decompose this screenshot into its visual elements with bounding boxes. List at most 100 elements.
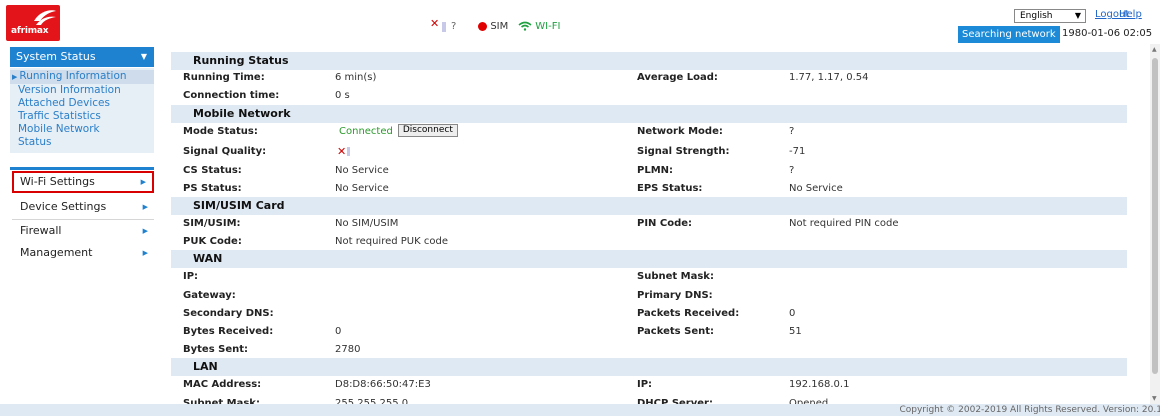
row-gateway: Gateway: Primary DNS:: [171, 287, 1127, 304]
row-bytes-sent: Bytes Sent: 2780: [171, 341, 1127, 358]
submenu-label: Running Information: [19, 70, 127, 82]
network-mode-value: ?: [789, 126, 795, 137]
running-time-label: Running Time:: [183, 72, 265, 83]
connection-time-label: Connection time:: [183, 90, 280, 101]
language-select[interactable]: English ▼: [1014, 9, 1086, 23]
scroll-up-icon[interactable]: ▲: [1152, 46, 1157, 53]
system-datetime: 1980-01-06 02:05: [1062, 28, 1153, 39]
wan-subnet-label: Subnet Mask:: [637, 271, 714, 282]
average-load-label: Average Load:: [637, 72, 718, 83]
mode-status-label: Mode Status:: [183, 126, 258, 137]
signal-unknown-text: ?: [451, 20, 457, 32]
packets-received-label: Packets Received:: [637, 308, 740, 319]
row-ps-status: PS Status: No Service EPS Status: No Ser…: [171, 180, 1127, 197]
sidebar-item-label: Firewall: [20, 224, 62, 237]
wan-ip-label: IP:: [183, 271, 199, 282]
sim-status-icon: [478, 21, 488, 31]
header: afrimax ✕ ? SIM WI-FI English ▼ Logout H…: [0, 0, 1160, 44]
submenu-item-running-information[interactable]: ▶ Running Information: [10, 70, 154, 84]
copyright-text: Copyright © 2002-2019 All Rights Reserve…: [899, 405, 1160, 415]
row-puk-code: PUK Code: Not required PUK code: [171, 233, 1127, 250]
row-mac-address: MAC Address: D8:D8:66:50:47:E3 IP: 192.1…: [171, 376, 1127, 393]
system-status-label: System Status: [16, 50, 96, 63]
row-mode-status: Mode Status: Connected Disconnect Network…: [171, 123, 1127, 140]
mode-status-value: Connected: [339, 126, 393, 137]
ps-status-value: No Service: [335, 183, 389, 194]
main-content: Running Status Running Time: 6 min(s) Av…: [171, 44, 1155, 416]
average-load-value: 1.77, 1.17, 0.54: [789, 72, 869, 83]
packets-sent-value: 51: [789, 326, 802, 337]
wifi-icon: [518, 21, 532, 31]
sim-usim-label: SIM/USIM:: [183, 218, 241, 229]
plmn-value: ?: [789, 165, 795, 176]
eps-status-label: EPS Status:: [637, 183, 703, 194]
section-title-wan: WAN: [171, 250, 1127, 268]
signal-strength-value: -71: [789, 146, 806, 157]
status-icons: ✕ ? SIM WI-FI: [428, 17, 561, 34]
bytes-sent-value: 2780: [335, 344, 361, 355]
row-running-time: Running Time: 6 min(s) Average Load: 1.7…: [171, 69, 1127, 86]
row-signal-quality: Signal Quality: ✕ Signal Strength: -71: [171, 143, 1127, 160]
submenu-item-version-information[interactable]: Version Information: [10, 84, 154, 97]
plmn-label: PLMN:: [637, 165, 674, 176]
section-title-running-status: Running Status: [171, 52, 1127, 70]
caret-right-icon: ▶: [142, 249, 148, 257]
submenu-item-attached-devices[interactable]: Attached Devices: [10, 97, 154, 110]
submenu-item-mobile-network-status[interactable]: Mobile Network Status: [10, 123, 130, 149]
network-mode-label: Network Mode:: [637, 126, 723, 137]
wifi-label: WI-FI: [535, 20, 561, 32]
section-title-sim-card: SIM/USIM Card: [171, 197, 1127, 215]
cs-status-label: CS Status:: [183, 165, 242, 176]
language-selected: English: [1020, 11, 1053, 21]
scrollbar-thumb[interactable]: [1152, 58, 1158, 374]
disconnect-button[interactable]: Disconnect: [397, 123, 458, 137]
sidebar: System Status ▼ ▶ Running Information Ver…: [0, 44, 165, 416]
pin-code-value: Not required PIN code: [789, 218, 899, 229]
sidebar-item-label: Wi-Fi Settings: [20, 175, 95, 188]
caret-right-icon: ▶: [142, 227, 148, 235]
sidebar-item-label: Device Settings: [20, 200, 107, 213]
afrimax-logo[interactable]: afrimax: [6, 5, 60, 41]
submenu-item-traffic-statistics[interactable]: Traffic Statistics: [10, 110, 154, 123]
sidebar-item-management[interactable]: Management ▶: [12, 242, 154, 264]
puk-code-value: Not required PUK code: [335, 236, 448, 247]
primary-dns-label: Primary DNS:: [637, 290, 713, 301]
chevron-down-icon: ▼: [140, 52, 147, 61]
chevron-down-icon: ▼: [1074, 11, 1081, 20]
puk-code-label: PUK Code:: [183, 236, 242, 247]
scroll-down-icon[interactable]: ▼: [1152, 395, 1157, 402]
packets-received-value: 0: [789, 308, 796, 319]
sidebar-item-wifi-settings[interactable]: Wi-Fi Settings ▶: [12, 171, 154, 193]
system-status-header[interactable]: System Status ▼: [10, 47, 154, 67]
no-signal-icon: ✕: [337, 145, 351, 158]
sidebar-item-label: Management: [20, 246, 93, 259]
caret-right-icon: ▶: [142, 203, 148, 211]
cs-status-value: No Service: [335, 165, 389, 176]
bytes-sent-label: Bytes Sent:: [183, 344, 249, 355]
sim-usim-value: No SIM/USIM: [335, 218, 399, 229]
running-time-value: 6 min(s): [335, 72, 377, 83]
secondary-dns-label: Secondary DNS:: [183, 308, 274, 319]
ps-status-label: PS Status:: [183, 183, 242, 194]
sidebar-item-firewall[interactable]: Firewall ▶: [12, 220, 154, 242]
signal-quality-value: ✕: [337, 143, 351, 161]
system-status-submenu: ▶ Running Information Version Information…: [10, 68, 154, 153]
sidebar-divider: [10, 167, 154, 170]
connection-time-value: 0 s: [335, 90, 350, 101]
footer: Copyright © 2002-2019 All Rights Reserve…: [0, 404, 1160, 416]
section-title-lan: LAN: [171, 358, 1127, 376]
content-scrollbar[interactable]: ▲ ▼: [1150, 44, 1160, 404]
lan-ip-value: 192.168.0.1: [789, 379, 850, 390]
signal-quality-label: Signal Quality:: [183, 146, 267, 157]
row-wan-ip: IP: Subnet Mask:: [171, 268, 1127, 285]
eps-status-value: No Service: [789, 183, 843, 194]
row-bytes-received: Bytes Received: 0 Packets Sent: 51: [171, 323, 1127, 340]
help-link[interactable]: Help: [1119, 9, 1142, 20]
sim-label: SIM: [490, 20, 509, 32]
no-signal-icon: ✕: [428, 17, 446, 32]
mac-address-value: D8:D8:66:50:47:E3: [335, 379, 431, 390]
gateway-label: Gateway:: [183, 290, 236, 301]
row-secondary-dns: Secondary DNS: Packets Received: 0: [171, 305, 1127, 322]
sidebar-item-device-settings[interactable]: Device Settings ▶: [12, 196, 154, 218]
caret-right-icon: ▶: [140, 178, 146, 186]
